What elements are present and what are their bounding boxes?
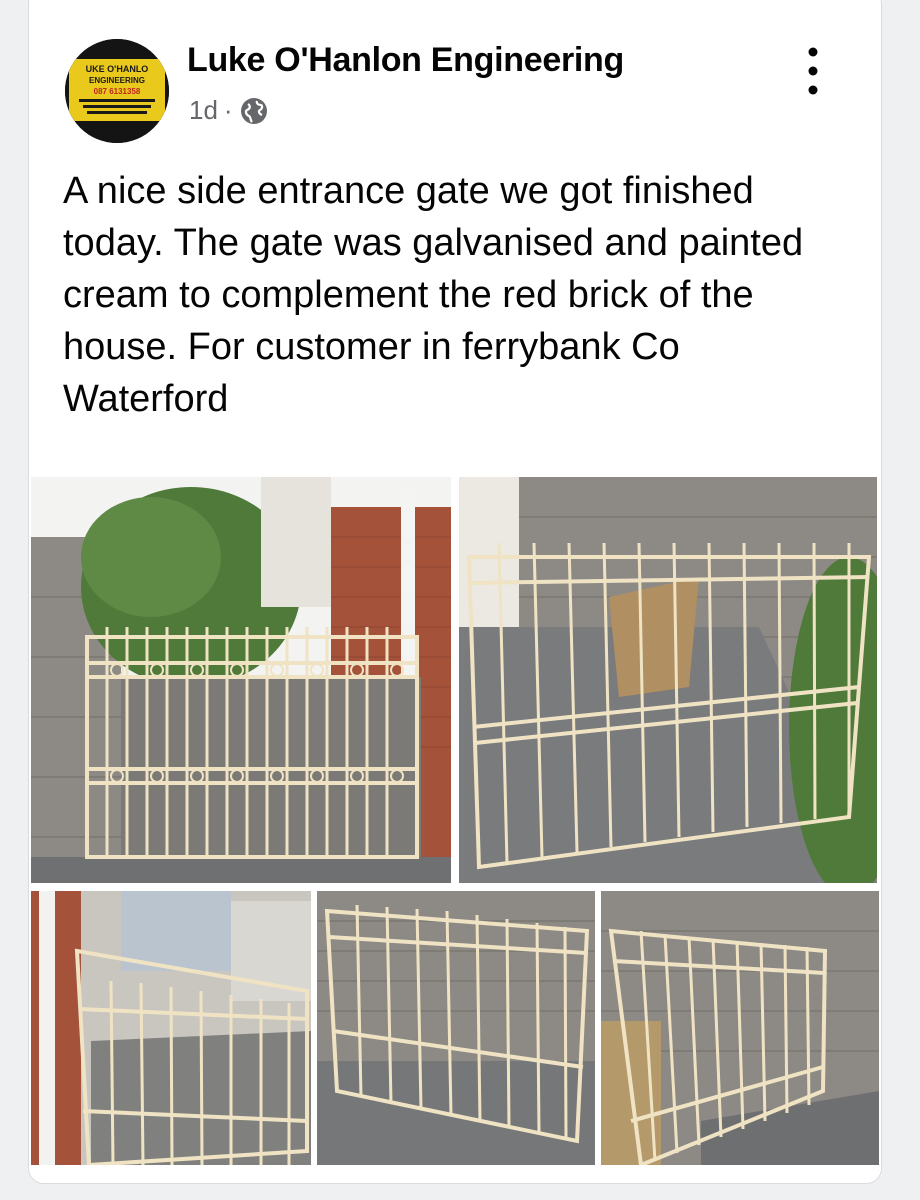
post-timestamp[interactable]: 1d <box>189 95 218 126</box>
globe-icon[interactable] <box>239 96 269 126</box>
photo-4[interactable] <box>317 891 595 1165</box>
gate-photo-1 <box>31 477 451 883</box>
photo-1[interactable] <box>31 477 451 883</box>
gate-photo-2 <box>459 477 877 883</box>
page-avatar[interactable]: UKE O'HANLO ENGINEERING 087 6131358 <box>65 39 169 143</box>
photo-2[interactable] <box>459 477 877 883</box>
gate-photo-3 <box>31 891 311 1165</box>
meta-separator: · <box>223 95 233 125</box>
photo-5[interactable] <box>601 891 879 1165</box>
page-name[interactable]: Luke O'Hanlon Engineering <box>187 41 624 80</box>
card-footer <box>29 1165 881 1183</box>
avatar-text-line2: ENGINEERING <box>89 76 145 85</box>
avatar-logo: UKE O'HANLO ENGINEERING 087 6131358 <box>65 39 169 143</box>
more-options-icon[interactable] <box>795 43 831 99</box>
photo-3[interactable] <box>31 891 311 1165</box>
gate-photo-4 <box>317 891 595 1165</box>
gate-photo-5 <box>601 891 879 1165</box>
post-meta: 1d · <box>189 95 269 126</box>
avatar-text-line3: 087 6131358 <box>94 87 141 96</box>
post-card: UKE O'HANLO ENGINEERING 087 6131358 Luke… <box>28 0 882 1184</box>
post-text: A nice side entrance gate we got finishe… <box>63 170 804 420</box>
avatar-text-line1: UKE O'HANLO <box>86 64 149 74</box>
